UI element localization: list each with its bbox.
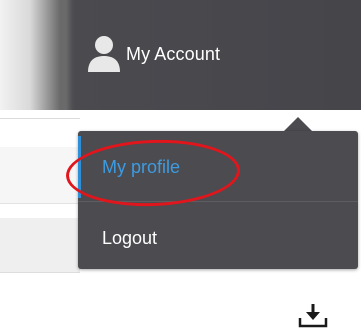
background-row [0,118,80,148]
account-dropdown-menu: My profile Logout [78,131,358,269]
user-icon [86,34,122,74]
menu-divider [78,201,358,202]
my-account-label: My Account [126,43,221,64]
my-account-button[interactable]: My Account [86,34,220,74]
download-icon[interactable] [296,298,330,330]
menu-item-label: My profile [102,156,181,177]
menu-item-my-profile[interactable]: My profile [78,136,358,198]
background-row [0,203,80,218]
topbar-divider [60,0,72,110]
menu-item-label: Logout [102,227,158,248]
top-navigation-bar: My Account [0,0,361,110]
dropdown-caret [283,117,313,132]
background-row [0,147,80,203]
background-row [0,218,80,273]
menu-item-logout[interactable]: Logout [78,207,358,269]
